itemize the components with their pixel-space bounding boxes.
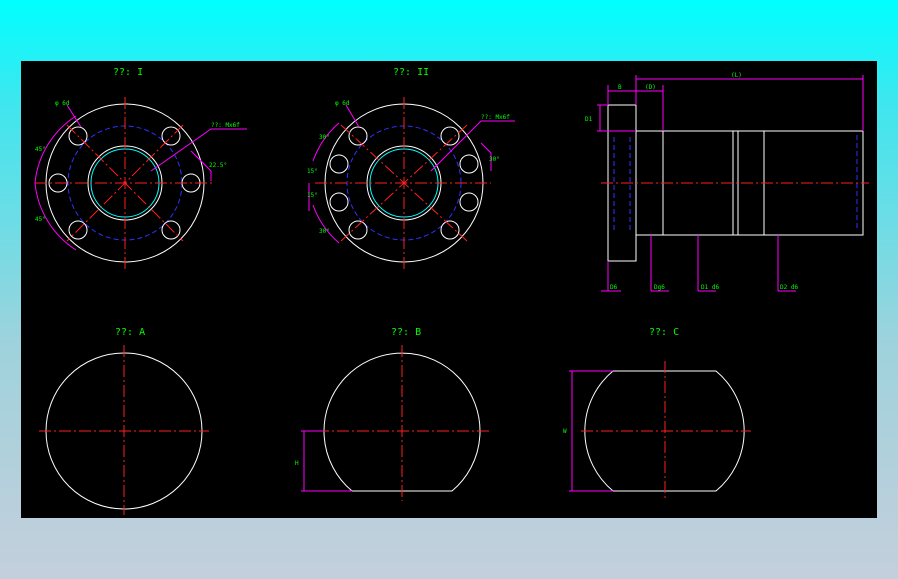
hole-callout: φ 6d <box>335 100 350 107</box>
view-title: ??: I <box>113 67 143 78</box>
dim-label: W <box>563 428 567 435</box>
flange-view-ii: ??: II φ 6d ??: Mx6f 30° 15° 15° 30° 30° <box>307 67 515 269</box>
drawing-canvas[interactable]: ??: I φ 6d ??: Mx6f 22.5° 45° 45° ??: II <box>21 61 877 518</box>
flange-shape-b: ??: B H <box>295 327 491 501</box>
angle-label: 15° <box>307 192 318 199</box>
dim-label: D6 <box>610 284 618 291</box>
angle-label: 45° <box>35 146 46 153</box>
dim-label: D1 d6 <box>701 284 719 291</box>
dim-label: (L) <box>731 72 742 79</box>
angle-label: 15° <box>307 168 318 175</box>
view-title: ??: B <box>391 327 421 338</box>
flange-shape-a: ??: A <box>39 327 209 515</box>
dim-label: H <box>295 460 299 467</box>
flange-view-i: ??: I φ 6d ??: Mx6f 22.5° 45° 45° <box>34 67 247 269</box>
view-title: ??: A <box>115 327 145 338</box>
side-section-view: B (D) (L) D1 D6 Dg6 D1 d6 D2 d6 <box>585 72 869 292</box>
angle-callout: 22.5° <box>209 162 227 169</box>
angle-label: 30° <box>489 156 500 163</box>
dim-label: Dg6 <box>654 284 665 291</box>
dim-label: B <box>618 84 622 91</box>
view-title: ??: II <box>393 67 429 78</box>
note-callout: ??: Mx6f <box>211 122 240 129</box>
dim-label: (D) <box>645 84 656 91</box>
view-title: ??: C <box>649 327 679 338</box>
angle-label: 30° <box>319 228 330 235</box>
dim-label: D1 <box>585 116 593 123</box>
flange-shape-c: ??: C W <box>563 327 751 501</box>
dim-label: D2 d6 <box>780 284 798 291</box>
note-callout: ??: Mx6f <box>481 114 510 121</box>
angle-label: 45° <box>35 216 46 223</box>
hole-callout: φ 6d <box>55 100 70 107</box>
angle-label: 30° <box>319 134 330 141</box>
